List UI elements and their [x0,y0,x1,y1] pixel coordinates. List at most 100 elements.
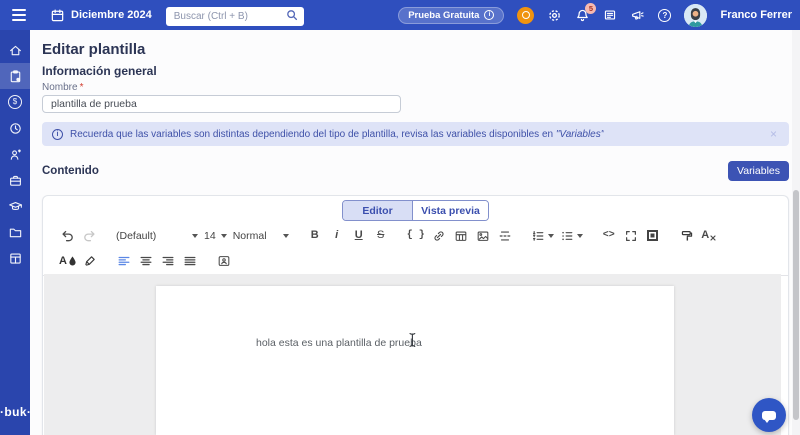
tab-vista-previa[interactable]: Vista previa [412,201,488,220]
show-blocks-button[interactable] [643,226,663,246]
chevron-down-icon [548,234,554,238]
sidebar-item-reports[interactable] [0,245,30,271]
news-button[interactable] [603,8,617,22]
paragraph-style-select[interactable]: Normal [230,230,292,242]
bold-button[interactable]: B [305,226,325,246]
menu-toggle-button[interactable] [12,9,26,21]
redo-button[interactable] [79,226,99,246]
spreadsheet-icon [8,251,23,266]
text-cursor [408,332,417,348]
chevron-down-icon [221,234,227,238]
scrollbar-thumb[interactable] [793,190,799,420]
highlight-button[interactable] [80,251,100,271]
font-size-select[interactable]: 14 [201,230,230,242]
page-break-icon [498,229,512,243]
period-selector[interactable]: Diciembre 2024 [50,8,152,23]
help-button[interactable]: ? [658,9,671,22]
tab-editor[interactable]: Editor [343,201,412,220]
sidebar-item-payments[interactable]: $ [0,89,30,115]
sidebar: $ [0,30,30,435]
trial-badge-label: Prueba Gratuita [408,10,479,21]
justify-button[interactable] [180,251,200,271]
document-text[interactable]: hola esta es una plantilla de prueba [256,337,422,349]
filled-square-icon [647,230,658,241]
italic-button[interactable]: i [327,226,347,246]
underline-button[interactable]: U [349,226,369,246]
app-screen: Diciembre 2024 Prueba Gratuita i [0,0,800,435]
chevron-down-icon [192,234,198,238]
sidebar-item-education[interactable] [0,193,30,219]
ordered-list-icon [531,229,545,243]
redo-icon [82,228,97,243]
announcements-button[interactable] [630,8,645,23]
align-left-button[interactable] [114,251,134,271]
chat-button[interactable] [752,398,786,432]
briefcase-icon [8,173,23,188]
editor-tabs: Editor Vista previa [43,200,788,221]
code-braces-button[interactable]: { } [405,226,427,246]
info-icon: i [52,129,63,140]
search-icon[interactable] [285,8,299,22]
notification-count-badge: 5 [585,3,596,14]
newspaper-icon [603,8,617,22]
link-button[interactable] [429,226,449,246]
strikethrough-button[interactable]: S [371,226,391,246]
megaphone-icon [630,8,645,23]
unordered-list-icon [560,229,574,243]
align-justify-icon [183,254,197,268]
template-name-input[interactable] [42,95,401,113]
ordered-list-button[interactable] [529,226,556,246]
rewards-ring [522,11,530,19]
fullscreen-icon [624,229,638,243]
signature-icon [217,254,231,268]
undo-button[interactable] [57,226,77,246]
editor-toolbar-row2: A [43,249,788,273]
variables-button[interactable]: Variables [728,161,789,181]
avatar-illustration [684,4,707,27]
align-center-button[interactable] [136,251,156,271]
clear-format-button[interactable]: A [699,226,719,246]
font-family-select[interactable]: (Default) [113,230,201,242]
topbar: Diciembre 2024 Prueba Gratuita i [0,0,800,30]
general-section-title: Información general [42,64,789,78]
sidebar-item-jobs[interactable] [0,167,30,193]
code-view-button[interactable]: <> [599,226,619,246]
sidebar-item-files[interactable] [0,219,30,245]
alert-close-button[interactable]: × [768,128,779,140]
person-heart-icon [8,147,23,162]
trial-badge[interactable]: Prueba Gratuita i [398,7,504,24]
notifications-button[interactable]: 5 [575,8,590,23]
user-name: Franco Ferrer [720,9,792,21]
sidebar-item-documents[interactable] [0,63,30,89]
page-break-button[interactable] [495,226,515,246]
image-icon [476,229,490,243]
settings-button[interactable] [547,8,562,23]
page-scrollbar[interactable] [792,30,800,435]
dollar-icon: $ [8,95,22,109]
content-section-title: Contenido [42,165,99,177]
signature-button[interactable] [214,251,234,271]
name-field-label: Nombre* [42,82,789,94]
font-color-button[interactable]: A [57,251,78,271]
page-title: Editar plantilla [42,41,789,59]
sidebar-item-home[interactable] [0,37,30,63]
insert-table-button[interactable] [451,226,471,246]
question-icon: ? [658,9,671,22]
rewards-icon[interactable] [517,7,534,24]
align-right-button[interactable] [158,251,178,271]
sidebar-item-history[interactable] [0,115,30,141]
sidebar-item-wellness[interactable] [0,141,30,167]
format-painter-button[interactable] [677,226,697,246]
insert-image-button[interactable] [473,226,493,246]
document-sheet[interactable]: hola esta es una plantilla de prueba [156,286,674,435]
home-icon [8,43,23,58]
calendar-icon [50,8,65,23]
clipboard-gear-icon [8,69,23,84]
align-center-icon [139,254,153,268]
editor-canvas: hola esta es una plantilla de prueba [44,274,781,435]
user-avatar[interactable] [684,4,707,27]
unordered-list-button[interactable] [558,226,585,246]
editor-toolbar-row1: (Default) 14 Normal B i [43,224,788,247]
search-input[interactable] [166,7,304,26]
fullscreen-button[interactable] [621,226,641,246]
